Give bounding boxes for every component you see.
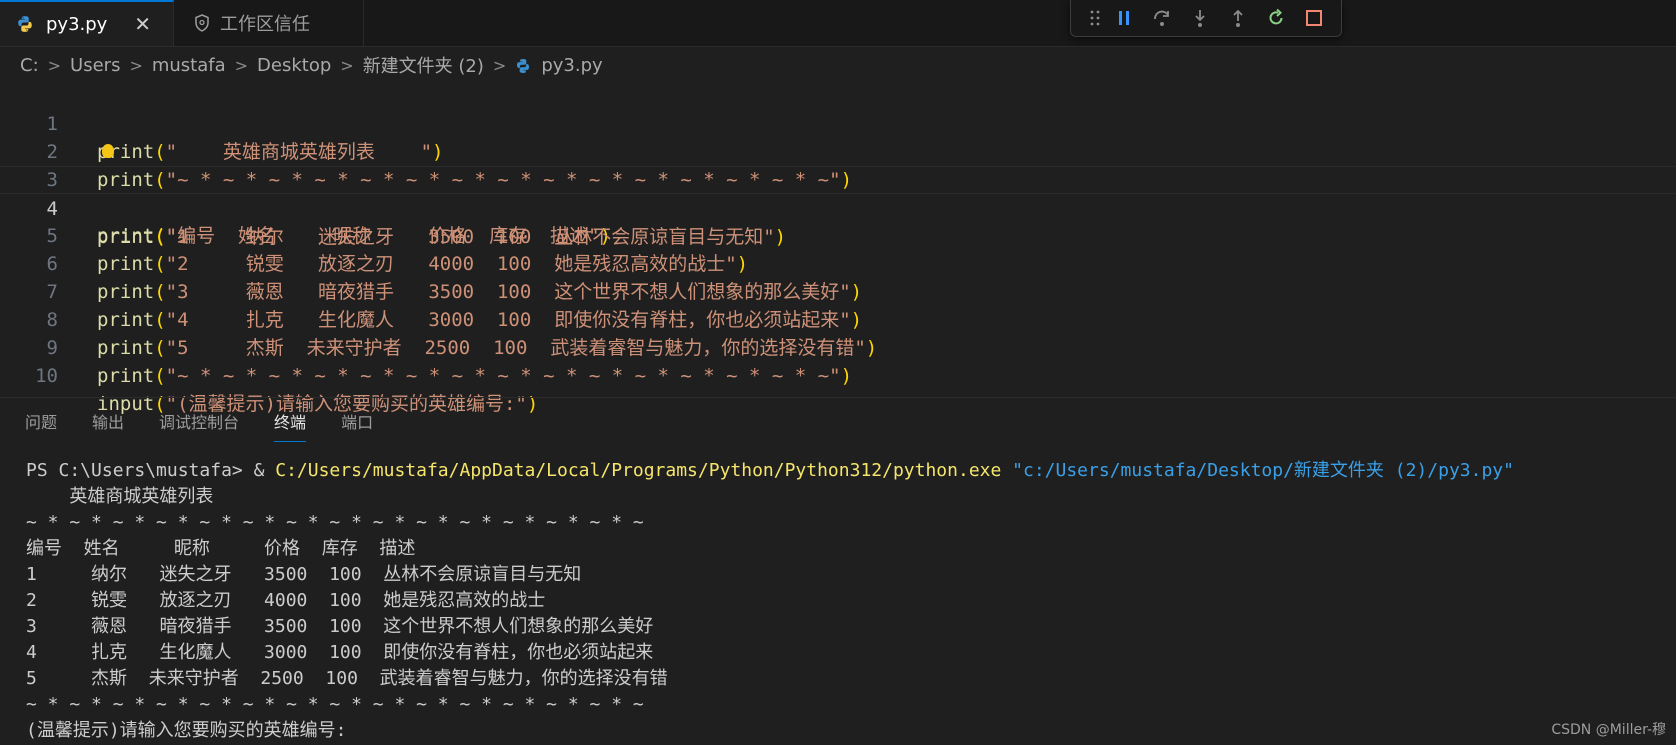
chevron-right-icon: > [340,55,354,75]
terminal-output-line: 2 锐雯 放逐之刃 4000 100 她是残忍高效的战士 [26,590,546,611]
breadcrumb-item[interactable]: mustafa [152,55,226,76]
code-function: print [97,365,155,387]
code-line[interactable]: 1 print(" 英雄商城英雄列表 ") [0,82,1676,163]
code-line[interactable]: 10 input("(温馨提示)请输入您要购买的英雄编号:") [0,334,1676,415]
code-line-current[interactable]: 4 print("1 纳尔 迷失之牙 3500 100 丛林不会原谅盲目与无知"… [0,166,1676,248]
drag-handle-icon[interactable] [1085,9,1105,27]
step-out-icon [1233,9,1243,27]
watermark: CSDN @Miller-穆 [1551,722,1666,738]
tab-workspace-trust[interactable]: 工作区信任 [174,0,364,46]
code-string: "~ * ~ * ~ * ~ * ~ * ~ * ~ * ~ * ~ * ~ *… [165,365,841,387]
pause-icon [1119,11,1129,25]
chevron-right-icon: > [47,55,62,75]
tab-py3[interactable]: py3.py ✕ [0,0,174,46]
breadcrumb: C: > Users > mustafa > Desktop > 新建文件夹 (… [20,52,603,78]
code-line[interactable]: 9 print("~ * ~ * ~ * ~ * ~ * ~ * ~ * ~ *… [0,306,1676,387]
tab-output[interactable]: 输出 [92,398,124,448]
breadcrumb-item[interactable]: C: [20,55,39,76]
terminal-output-line: 3 薇恩 暗夜猎手 3500 100 这个世界不想人们想象的那么美好 [26,616,654,637]
terminal-output-line: 编号 姓名 昵称 价格 库存 描述 [26,538,416,559]
code-line[interactable]: 6 print("3 薇恩 暗夜猎手 3500 100 这个世界不想人们想象的那… [0,222,1676,303]
code-editor[interactable]: 1 print(" 英雄商城英雄列表 ") 2 print("~ * ~ * ~… [0,82,1676,415]
terminal-output-line: 1 纳尔 迷失之牙 3500 100 丛林不会原谅盲目与无知 [26,564,582,585]
restart-button[interactable] [1257,0,1295,36]
pause-button[interactable] [1105,0,1143,36]
tab-workspace-trust-label: 工作区信任 [220,14,310,35]
tab-problems[interactable]: 问题 [25,398,57,448]
breadcrumb-item[interactable]: Users [70,55,120,76]
terminal-prompt: PS C:\Users\mustafa> & [26,460,276,481]
tab-terminal[interactable]: 终端 [274,398,307,448]
chevron-right-icon: > [234,55,249,75]
code-line[interactable]: 7 print("4 扎克 生化魔人 3000 100 即使你没有脊柱，你也必须… [0,250,1676,331]
python-file-icon [18,16,32,32]
terminal-output-line: ~ * ~ * ~ * ~ * ~ * ~ * ~ * ~ * ~ * ~ * … [26,694,644,715]
restart-icon [1269,8,1283,25]
code-line[interactable]: 8 print("5 杰斯 未来守护者 2500 100 武装着睿智与魅力，你的… [0,278,1676,359]
step-into-button[interactable] [1181,0,1219,36]
terminal-output-line: ~ * ~ * ~ * ~ * ~ * ~ * ~ * ~ * ~ * ~ * … [26,512,644,533]
breadcrumb-file[interactable]: py3.py [515,54,603,76]
terminal-script-arg: "c:/Users/mustafa/Desktop/新建文件夹 (2)/py3.… [1001,460,1514,481]
step-over-icon [1154,10,1169,26]
terminal-output-line: 5 杰斯 未来守护者 2500 100 武装着睿智与魅力，你的选择没有错 [26,668,668,689]
breadcrumb-file-label: py3.py [541,54,603,76]
debug-toolbar [1070,0,1342,37]
code-line[interactable]: 2 print("~ * ~ * ~ * ~ * ~ * ~ * ~ * ~ *… [0,110,1676,191]
bottom-panel: 问题 输出 调试控制台 终端 端口 PS C:\Users\mustafa> &… [0,397,1676,745]
tab-ports[interactable]: 端口 [341,398,373,448]
close-icon[interactable]: ✕ [134,12,151,36]
terminal-output-line: 4 扎克 生化魔人 3000 100 即使你没有脊柱，你也必须站起来 [26,642,654,663]
terminal-output-line: 英雄商城英雄列表 [26,486,214,507]
breadcrumb-item[interactable]: 新建文件夹 (2) [363,52,484,78]
python-file-icon [517,58,530,73]
terminal-exe-path: C:/Users/mustafa/AppData/Local/Programs/… [275,460,1002,481]
code-line[interactable]: 3 print("编号 姓名 昵称 价格 库存 描述") [0,138,1676,247]
terminal[interactable]: PS C:\Users\mustafa> & C:/Users/mustafa/… [26,458,1514,744]
tab-py3-label: py3.py [46,13,108,35]
chevron-right-icon: > [492,55,507,75]
terminal-command-line: PS C:\Users\mustafa> & C:/Users/mustafa/… [26,458,1514,484]
tab-debug-console[interactable]: 调试控制台 [159,398,239,448]
editor-tab-bar: py3.py ✕ 工作区信任 [0,0,1676,47]
stop-icon [1306,10,1322,26]
shield-icon [195,14,209,32]
terminal-input-prompt[interactable]: (温馨提示)请输入您要购买的英雄编号: [26,718,1514,744]
step-into-icon [1195,10,1205,27]
line-number: 10 [35,365,58,387]
step-over-button[interactable] [1143,0,1181,36]
panel-tabs: 问题 输出 调试控制台 终端 端口 [0,398,383,448]
chevron-right-icon: > [129,55,143,75]
step-out-button[interactable] [1219,0,1257,36]
breadcrumb-item[interactable]: Desktop [257,55,331,76]
code-line[interactable]: 5 print("2 锐雯 放逐之刃 4000 100 她是残忍高效的战士") [0,194,1676,275]
lightbulb-icon[interactable] [102,144,114,158]
stop-button[interactable] [1295,0,1333,36]
